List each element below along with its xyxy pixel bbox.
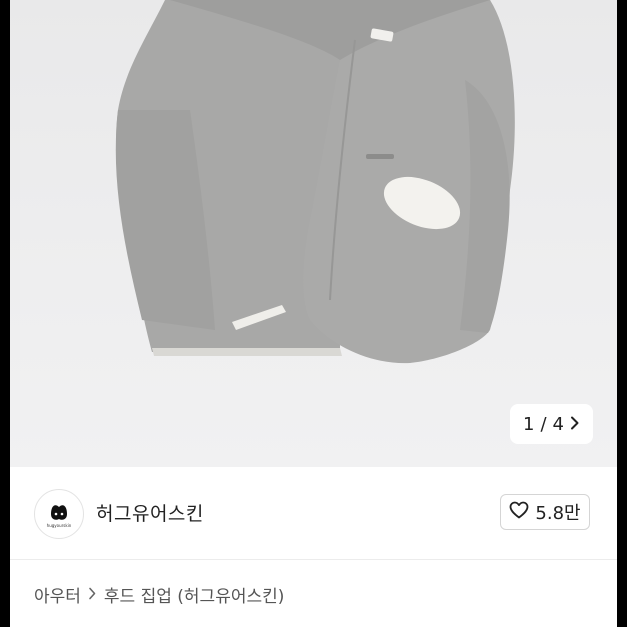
seller-avatar[interactable]: hugyourskin <box>34 489 84 539</box>
seller-name[interactable]: 허그유어스킨 <box>96 499 204 526</box>
total-pages: 4 <box>552 413 564 435</box>
page-indicator[interactable]: 1 / 4 <box>510 404 593 444</box>
breadcrumb-category[interactable]: 아우터 <box>34 582 81 607</box>
like-button[interactable]: 5.8만 <box>500 494 590 530</box>
seller-row[interactable]: hugyourskin 허그유어스킨 5.8만 <box>10 467 617 560</box>
seller-logo-icon: hugyourskin <box>47 505 72 528</box>
breadcrumb: 아우터 후드 집업 (허그유어스킨) <box>34 582 284 607</box>
chevron-right-icon <box>88 585 97 605</box>
image-gallery[interactable]: 1 / 4 <box>10 0 617 467</box>
svg-text:hugyourskin: hugyourskin <box>47 523 72 528</box>
like-count: 5.8만 <box>535 503 581 524</box>
product-photo <box>115 0 515 364</box>
breadcrumb-subcategory[interactable]: 후드 집업 (허그유어스킨) <box>104 582 284 607</box>
heart-icon <box>509 501 529 524</box>
chevron-right-icon[interactable] <box>570 414 580 435</box>
page-separator: / <box>540 413 547 435</box>
product-page: 1 / 4 hugyourskin 허그유어스킨 5.8만 아우터 후드 집업 … <box>10 0 617 627</box>
current-page: 1 <box>523 413 535 435</box>
